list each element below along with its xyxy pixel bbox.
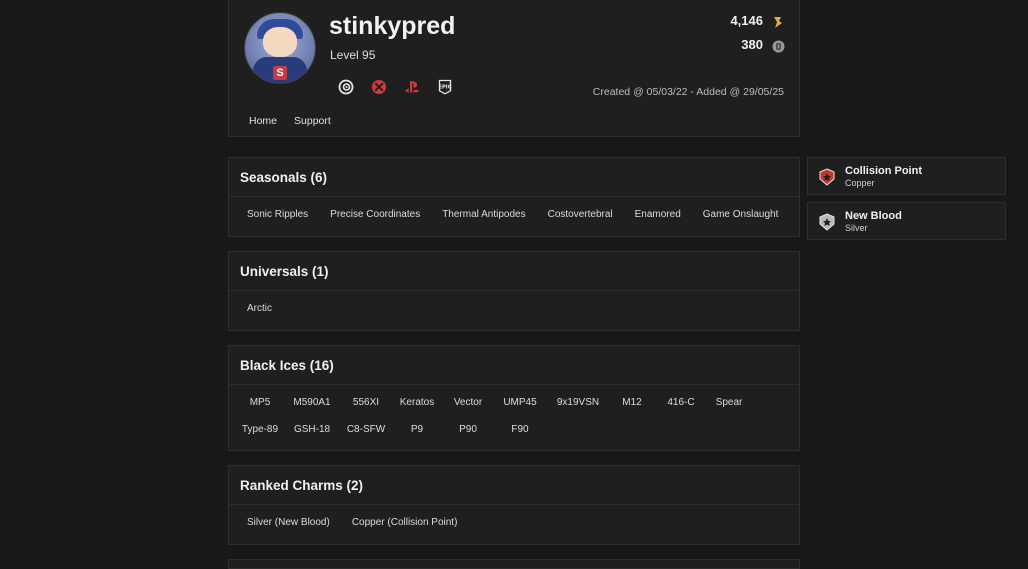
list-item[interactable]: Game Onslaught <box>692 201 790 228</box>
seasonals-section: Seasonals (6) Sonic Ripples Precise Coor… <box>228 157 800 237</box>
profile-nav: Home Support <box>249 115 331 127</box>
ubisoft-icon[interactable] <box>337 78 355 96</box>
nav-support[interactable]: Support <box>294 115 331 127</box>
avatar: S <box>244 12 316 84</box>
username: stinkypred <box>329 12 456 40</box>
universals-list: Arctic <box>229 291 799 326</box>
list-item[interactable]: 9x19VSN <box>550 389 606 416</box>
rank-card-collision-point[interactable]: Collision Point Copper <box>807 157 1006 195</box>
section-title: Seasonals (6) <box>229 158 799 197</box>
list-item[interactable]: M590A1 <box>280 389 344 416</box>
ranked-charms-section: Ranked Charms (2) Silver (New Blood) Cop… <box>228 465 800 545</box>
epic-games-icon[interactable]: EPIC <box>436 78 454 96</box>
list-item[interactable]: C8-SFW <box>344 416 388 443</box>
silver-rank-icon <box>819 213 835 231</box>
list-item[interactable]: 416-C <box>658 389 704 416</box>
copper-rank-icon <box>819 168 835 186</box>
player-level: Level 95 <box>330 48 376 62</box>
list-item[interactable]: M12 <box>606 389 658 416</box>
list-item[interactable]: Copper (Collision Point) <box>341 509 469 536</box>
rank-card-new-blood[interactable]: New Blood Silver <box>807 202 1006 240</box>
seasonals-list: Sonic Ripples Precise Coordinates Therma… <box>229 197 799 232</box>
section-title: Ranked Charms (2) <box>229 466 799 505</box>
list-item[interactable]: Costovertebral <box>537 201 624 228</box>
account-dates: Created @ 05/03/22 - Added @ 29/05/25 <box>592 86 784 98</box>
list-item[interactable]: Silver (New Blood) <box>236 509 341 536</box>
renown-value: 4,146 <box>730 13 763 28</box>
credits-value: 380 <box>741 37 763 52</box>
list-item[interactable]: Spear <box>704 389 754 416</box>
nav-home[interactable]: Home <box>249 115 277 127</box>
rank-name: New Blood <box>845 210 902 222</box>
rank-name: Collision Point <box>845 165 922 177</box>
black-ices-section: Black Ices (16) MP5 M590A1 556XI Keratos… <box>228 345 800 451</box>
universals-section: Universals (1) Arctic <box>228 251 800 331</box>
list-item[interactable]: MP5 <box>240 389 280 416</box>
list-item[interactable]: Precise Coordinates <box>319 201 431 228</box>
list-item[interactable]: F90 <box>490 416 550 443</box>
list-item[interactable]: Type-89 <box>240 416 280 443</box>
rank-tier: Silver <box>845 223 868 233</box>
list-item[interactable]: Thermal Antipodes <box>431 201 536 228</box>
playstation-icon[interactable] <box>403 78 421 96</box>
list-item[interactable]: GSH-18 <box>280 416 344 443</box>
svg-text:EPIC: EPIC <box>438 85 451 91</box>
platform-links: EPIC <box>337 78 454 96</box>
list-item[interactable]: P90 <box>446 416 490 443</box>
r6-credits-icon <box>771 39 785 53</box>
list-item[interactable]: Arctic <box>236 295 283 322</box>
list-item[interactable]: Vector <box>446 389 490 416</box>
list-item[interactable]: P9 <box>388 416 446 443</box>
list-item[interactable]: UMP45 <box>490 389 550 416</box>
next-section <box>228 559 800 569</box>
ranked-charms-list: Silver (New Blood) Copper (Collision Poi… <box>229 505 799 540</box>
section-title: Black Ices (16) <box>229 346 799 385</box>
renown-icon <box>771 15 785 29</box>
profile-card: S stinkypred Level 95 EPIC 4,146 380 Cre… <box>228 0 800 137</box>
xbox-icon[interactable] <box>370 78 388 96</box>
list-item[interactable]: Sonic Ripples <box>236 201 319 228</box>
black-ices-list: MP5 M590A1 556XI Keratos Vector UMP45 9x… <box>229 385 766 447</box>
list-item[interactable]: Enamored <box>624 201 692 228</box>
section-title: Universals (1) <box>229 252 799 291</box>
list-item[interactable]: Keratos <box>388 389 446 416</box>
rank-tier: Copper <box>845 178 875 188</box>
list-item[interactable]: 556XI <box>344 389 388 416</box>
